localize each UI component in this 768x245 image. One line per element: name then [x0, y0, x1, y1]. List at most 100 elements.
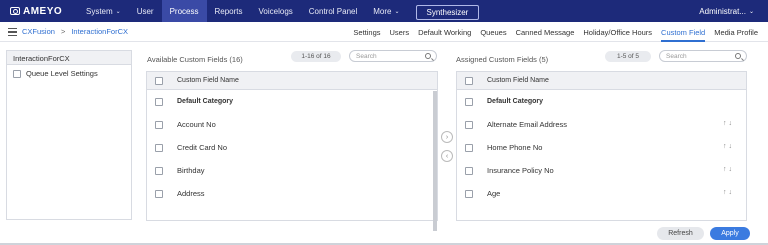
assigned-fields-list: Custom Field Name Default Category Altern… — [456, 71, 747, 221]
checkbox[interactable] — [13, 69, 21, 78]
column-header: Custom Field Name — [177, 77, 239, 84]
tree-item-queue-level-settings[interactable]: Queue Level Settings — [7, 65, 131, 82]
move-left-button[interactable]: ‹ — [441, 150, 453, 162]
field-name: Address — [177, 189, 205, 198]
table-row[interactable]: Credit Card No — [147, 136, 437, 159]
checkbox[interactable] — [465, 189, 473, 198]
nav-item-label: Reports — [214, 6, 243, 16]
nav-item-label: More — [373, 6, 392, 16]
tab-custom-field[interactable]: Custom Field — [661, 22, 706, 42]
tab-default-working[interactable]: Default Working — [418, 22, 471, 42]
nav-item-control-panel[interactable]: Control Panel — [301, 0, 365, 22]
field-name: Credit Card No — [177, 143, 228, 152]
ameyo-logo-icon — [10, 7, 20, 15]
field-name: Age — [487, 189, 501, 198]
table-row[interactable]: Home Phone No ↑↓ — [457, 136, 746, 159]
available-search-input[interactable]: Search — [349, 50, 437, 62]
brand-name: AMEYO — [23, 5, 63, 17]
tab-canned-message[interactable]: Canned Message — [516, 22, 575, 42]
user-menu[interactable]: Administrat... ⌄ — [699, 0, 754, 22]
nav-item-label: User — [136, 6, 154, 16]
move-right-button[interactable]: › — [441, 131, 453, 143]
assigned-search-input[interactable]: Search — [659, 50, 747, 62]
table-row[interactable]: Age ↑↓ — [457, 182, 746, 205]
tab-queues[interactable]: Queues — [480, 22, 506, 42]
reorder-arrows-icon[interactable]: ↑↓ — [723, 120, 734, 127]
checkbox[interactable] — [155, 97, 163, 106]
field-name: Default Category — [487, 98, 544, 105]
available-pager: 1-16 of 16 — [291, 51, 341, 62]
table-row[interactable]: Insurance Policy No ↑↓ — [457, 159, 746, 182]
nav-item-voicelogs[interactable]: Voicelogs — [251, 0, 301, 22]
chevron-down-icon: ⌄ — [115, 8, 121, 15]
checkbox[interactable] — [155, 143, 163, 152]
nav-item-label: Control Panel — [308, 6, 358, 16]
field-name: Home Phone No — [487, 143, 543, 152]
checkbox[interactable] — [465, 97, 473, 106]
breadcrumb-current[interactable]: InteractionForCX — [71, 27, 128, 36]
nav-item-label: System — [86, 6, 113, 16]
checkbox[interactable] — [465, 120, 473, 129]
tree-item-label: Queue Level Settings — [26, 69, 98, 78]
tree-header[interactable]: InteractionForCX — [7, 51, 131, 65]
reorder-arrows-icon[interactable]: ↑↓ — [723, 189, 734, 196]
chevron-down-icon: ⌄ — [394, 8, 400, 15]
table-row[interactable]: Address — [147, 182, 437, 205]
nav-item-more[interactable]: More ⌄ — [365, 0, 407, 22]
table-row[interactable]: Birthday — [147, 159, 437, 182]
chevron-down-icon: ⌄ — [748, 8, 754, 15]
checkbox[interactable] — [155, 120, 163, 129]
tab-media-profile[interactable]: Media Profile — [714, 22, 758, 42]
select-all-checkbox[interactable] — [155, 76, 163, 85]
reorder-arrows-icon[interactable]: ↑↓ — [723, 166, 734, 173]
checkbox[interactable] — [155, 189, 163, 198]
checkbox[interactable] — [465, 143, 473, 152]
table-row[interactable]: Default Category — [147, 90, 437, 113]
field-name: Alternate Email Address — [487, 120, 568, 129]
field-name: Default Category — [177, 98, 234, 105]
top-navbar: AMEYO System ⌄ User Process Reports Voicelogs… — [0, 0, 768, 22]
available-list-header: Custom Field Name — [147, 72, 437, 90]
assigned-pager: 1-5 of 5 — [605, 51, 651, 62]
tab-settings[interactable]: Settings — [353, 22, 380, 42]
field-name: Birthday — [177, 166, 205, 175]
nav-item-process[interactable]: Process — [161, 0, 207, 22]
search-icon[interactable] — [735, 53, 741, 59]
search-placeholder: Search — [356, 52, 377, 60]
sub-header: CXFusion > InteractionForCX Settings User… — [0, 22, 768, 42]
table-row[interactable]: Account No — [147, 113, 437, 136]
table-row[interactable]: Alternate Email Address ↑↓ — [457, 113, 746, 136]
scrollbar[interactable] — [433, 91, 437, 231]
tree-panel: InteractionForCX Queue Level Settings — [6, 50, 132, 220]
breadcrumb: CXFusion > InteractionForCX — [22, 27, 128, 36]
user-menu-label: Administrat... — [699, 6, 746, 16]
synthesizer-button[interactable]: Synthesizer — [415, 5, 480, 20]
select-all-checkbox[interactable] — [465, 76, 473, 85]
nav-item-system[interactable]: System ⌄ — [78, 0, 129, 22]
nav-item-label: Voicelogs — [258, 6, 293, 16]
brand-logo[interactable]: AMEYO — [10, 6, 72, 17]
checkbox[interactable] — [465, 166, 473, 175]
refresh-button[interactable]: Refresh — [657, 227, 704, 240]
apply-button[interactable]: Apply — [710, 227, 750, 240]
available-fields-list: Custom Field Name Default Category Accoun… — [146, 71, 438, 231]
breadcrumb-separator: > — [60, 27, 66, 36]
hamburger-menu-icon[interactable] — [8, 28, 17, 36]
tab-users[interactable]: Users — [390, 22, 410, 42]
search-placeholder: Search — [666, 52, 687, 60]
tab-holiday-office-hours[interactable]: Holiday/Office Hours — [583, 22, 652, 42]
reorder-arrows-icon[interactable]: ↑↓ — [723, 143, 734, 150]
checkbox[interactable] — [155, 166, 163, 175]
assigned-fields-title: Assigned Custom Fields (5) — [456, 55, 549, 64]
nav-item-user[interactable]: User — [129, 0, 162, 22]
nav-item-label: Process — [169, 6, 199, 16]
nav-item-reports[interactable]: Reports — [207, 0, 251, 22]
main-menu: System ⌄ User Process Reports Voicelogs Contro… — [78, 0, 408, 22]
assigned-list-header: Custom Field Name — [457, 72, 746, 90]
field-name: Insurance Policy No — [487, 166, 554, 175]
table-row[interactable]: Default Category — [457, 90, 746, 113]
breadcrumb-root[interactable]: CXFusion — [22, 27, 55, 36]
field-name: Account No — [177, 120, 216, 129]
column-header: Custom Field Name — [487, 77, 549, 84]
search-icon[interactable] — [425, 53, 431, 59]
